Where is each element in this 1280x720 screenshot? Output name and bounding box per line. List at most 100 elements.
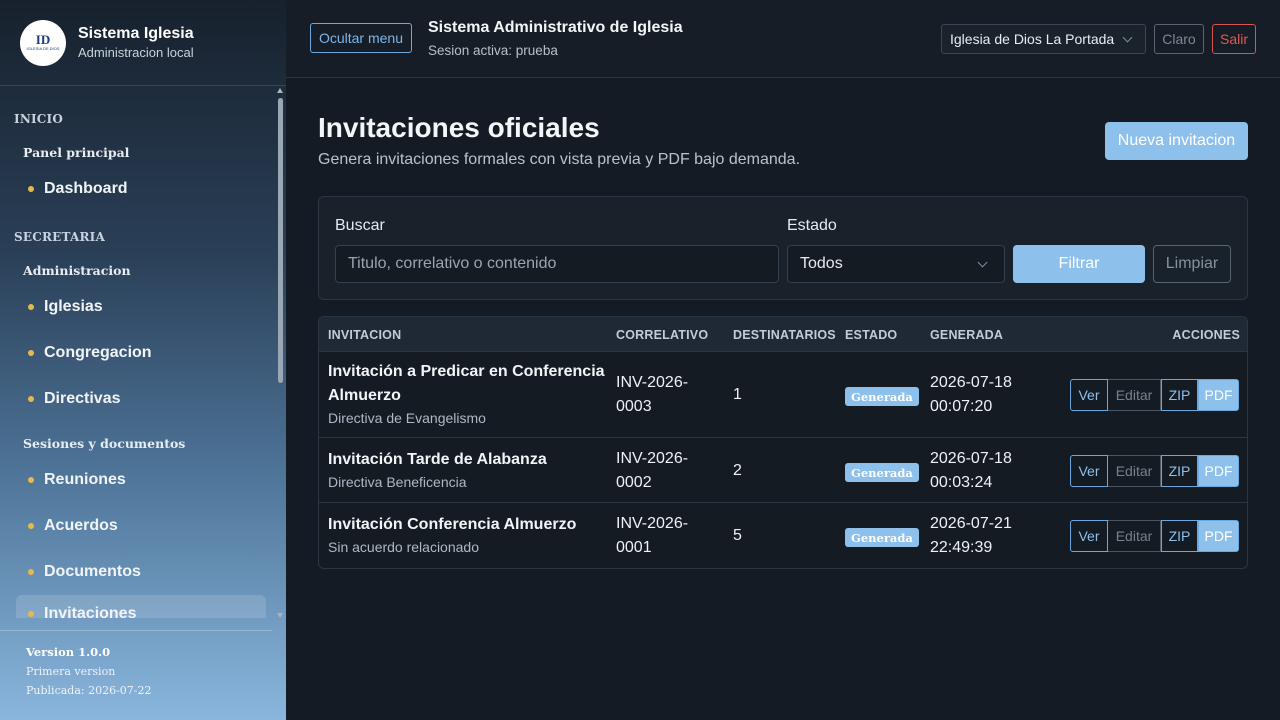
sidebar-item-congregacion[interactable]: Congregacion <box>16 334 266 372</box>
scroll-up-arrow-icon[interactable] <box>277 88 283 93</box>
bullet-icon <box>28 186 34 192</box>
invitation-title: Invitación a Predicar en Conferencia <box>328 363 605 380</box>
sidebar-item-invitaciones[interactable]: Invitaciones <box>16 595 266 618</box>
invitation-cell: Invitación Conferencia Almuerzo Sin acue… <box>328 513 576 557</box>
church-logo: ID IGLESIA DE DIOS <box>20 19 66 66</box>
correlative-cell: INV-2026- 0001 <box>616 512 688 560</box>
app-title: Sistema Administrativo de Iglesia <box>428 19 683 36</box>
sidebar-item-label: Dashboard <box>44 180 128 197</box>
theme-toggle-button[interactable]: Claro <box>1154 24 1204 54</box>
scrollbar-thumb[interactable] <box>278 98 283 383</box>
view-button[interactable]: Ver <box>1070 379 1108 411</box>
search-placeholder: Titulo, correlativo o contenido <box>348 255 557 272</box>
search-label: Buscar <box>335 217 385 234</box>
pdf-button[interactable]: PDF <box>1198 379 1239 411</box>
bullet-icon <box>28 611 34 617</box>
scroll-down-arrow-icon[interactable] <box>277 613 283 618</box>
logout-button[interactable]: Salir <box>1212 24 1256 54</box>
sidebar-item-label: Documentos <box>44 563 141 580</box>
sidebar-scrollbar[interactable] <box>276 88 284 618</box>
edit-button[interactable]: Editar <box>1108 455 1161 487</box>
nav-section-inicio: INICIO <box>14 112 64 126</box>
pdf-button[interactable]: PDF <box>1198 520 1239 552</box>
correlative-number: 0002 <box>616 474 652 491</box>
status-select-value: Todos <box>800 255 843 272</box>
edit-button[interactable]: Editar <box>1108 520 1161 552</box>
nav-group-panel-principal: Panel principal <box>23 145 130 160</box>
zip-button[interactable]: ZIP <box>1161 520 1198 552</box>
recipients-count: 2 <box>733 462 742 479</box>
nav-group-sesiones-documentos: Sesiones y documentos <box>23 436 186 451</box>
invitation-cell: Invitación Tarde de Alabanza Directiva B… <box>328 448 547 492</box>
view-button[interactable]: Ver <box>1070 455 1108 487</box>
invitation-title: Invitación Conferencia Almuerzo <box>328 516 577 533</box>
sidebar-item-directivas[interactable]: Directivas <box>16 380 266 418</box>
sidebar-item-documentos[interactable]: Documentos <box>16 553 266 591</box>
page-subtitle: Genera invitaciones formales con vista p… <box>318 151 801 168</box>
sidebar: ID IGLESIA DE DIOS Sistema Iglesia Admin… <box>0 0 286 720</box>
view-button[interactable]: Ver <box>1070 520 1108 552</box>
table-row: Invitación Conferencia Almuerzo Sin acue… <box>319 503 1247 568</box>
correlative-cell: INV-2026- 0003 <box>616 371 688 419</box>
bullet-icon <box>28 304 34 310</box>
filter-panel: Buscar Estado Titulo, correlativo o cont… <box>318 196 1248 300</box>
invitation-cell: Invitación a Predicar en Conferencia Alm… <box>328 360 605 428</box>
chevron-down-icon <box>977 257 988 268</box>
bullet-icon <box>28 569 34 575</box>
new-invitation-button[interactable]: Nueva invitacion <box>1105 122 1248 160</box>
row-actions: Ver Editar ZIP PDF <box>1070 520 1239 552</box>
row-actions: Ver Editar ZIP PDF <box>1070 455 1239 487</box>
logo-initials: ID <box>35 32 51 47</box>
row-actions: Ver Editar ZIP PDF <box>1070 379 1239 411</box>
generated-cell: 2026-07-18 00:07:20 <box>930 371 1012 419</box>
sidebar-item-label: Reuniones <box>44 471 126 488</box>
topbar: Ocultar menu Sistema Administrativo de I… <box>286 0 1280 78</box>
status-select[interactable]: Todos <box>787 245 1005 283</box>
generated-time: 00:07:20 <box>930 398 993 415</box>
church-select[interactable]: Iglesia de Dios La Portada <box>941 24 1146 54</box>
pdf-button[interactable]: PDF <box>1198 455 1239 487</box>
generated-cell: 2026-07-18 00:03:24 <box>930 447 1012 495</box>
column-header-invitation: INVITACION <box>328 328 402 342</box>
status-label: Estado <box>787 217 837 234</box>
version-published: Publicada: 2026-07-22 <box>26 684 152 697</box>
correlative-cell: INV-2026- 0002 <box>616 447 688 495</box>
sidebar-item-dashboard[interactable]: Dashboard <box>16 170 266 208</box>
bullet-icon <box>28 396 34 402</box>
sidebar-item-label: Acuerdos <box>44 517 118 534</box>
generated-date: 2026-07-21 <box>930 515 1012 532</box>
zip-button[interactable]: ZIP <box>1161 379 1198 411</box>
brand-title: Sistema Iglesia <box>78 25 194 42</box>
correlative-number: 0001 <box>616 539 652 556</box>
sidebar-item-label: Iglesias <box>44 298 103 315</box>
column-header-status: ESTADO <box>845 328 898 342</box>
sidebar-nav: INICIO Panel principal Dashboard SECRETA… <box>0 98 272 618</box>
chevron-down-icon <box>1122 32 1133 43</box>
generated-time: 00:03:24 <box>930 474 993 491</box>
status-badge: Generada <box>845 387 919 406</box>
invitation-title: Invitación Tarde de Alabanza <box>328 451 547 468</box>
sidebar-item-reuniones[interactable]: Reuniones <box>16 461 266 499</box>
toggle-menu-button[interactable]: Ocultar menu <box>310 23 412 53</box>
page-title: Invitaciones oficiales <box>318 112 600 143</box>
column-header-recipients: DESTINATARIOS <box>733 328 836 342</box>
correlative-number: 0003 <box>616 398 652 415</box>
search-input[interactable]: Titulo, correlativo o contenido <box>335 245 779 283</box>
sidebar-item-label: Congregacion <box>44 344 152 361</box>
bullet-icon <box>28 477 34 483</box>
generated-time: 22:49:39 <box>930 539 993 556</box>
nav-section-secretaria: SECRETARIA <box>14 230 105 244</box>
invitation-title-cont: Almuerzo <box>328 387 401 404</box>
zip-button[interactable]: ZIP <box>1161 455 1198 487</box>
clear-button[interactable]: Limpiar <box>1153 245 1231 283</box>
correlative-prefix: INV-2026- <box>616 374 689 391</box>
sidebar-item-acuerdos[interactable]: Acuerdos <box>16 507 266 545</box>
edit-button[interactable]: Editar <box>1108 379 1161 411</box>
recipients-count: 5 <box>733 527 742 544</box>
sidebar-item-iglesias[interactable]: Iglesias <box>16 288 266 326</box>
generated-date: 2026-07-18 <box>930 450 1012 467</box>
table-row: Invitación a Predicar en Conferencia Alm… <box>319 352 1247 438</box>
filter-button[interactable]: Filtrar <box>1013 245 1145 283</box>
table-header: INVITACION CORRELATIVO DESTINATARIOS EST… <box>319 317 1247 352</box>
church-select-value: Iglesia de Dios La Portada <box>950 31 1115 47</box>
